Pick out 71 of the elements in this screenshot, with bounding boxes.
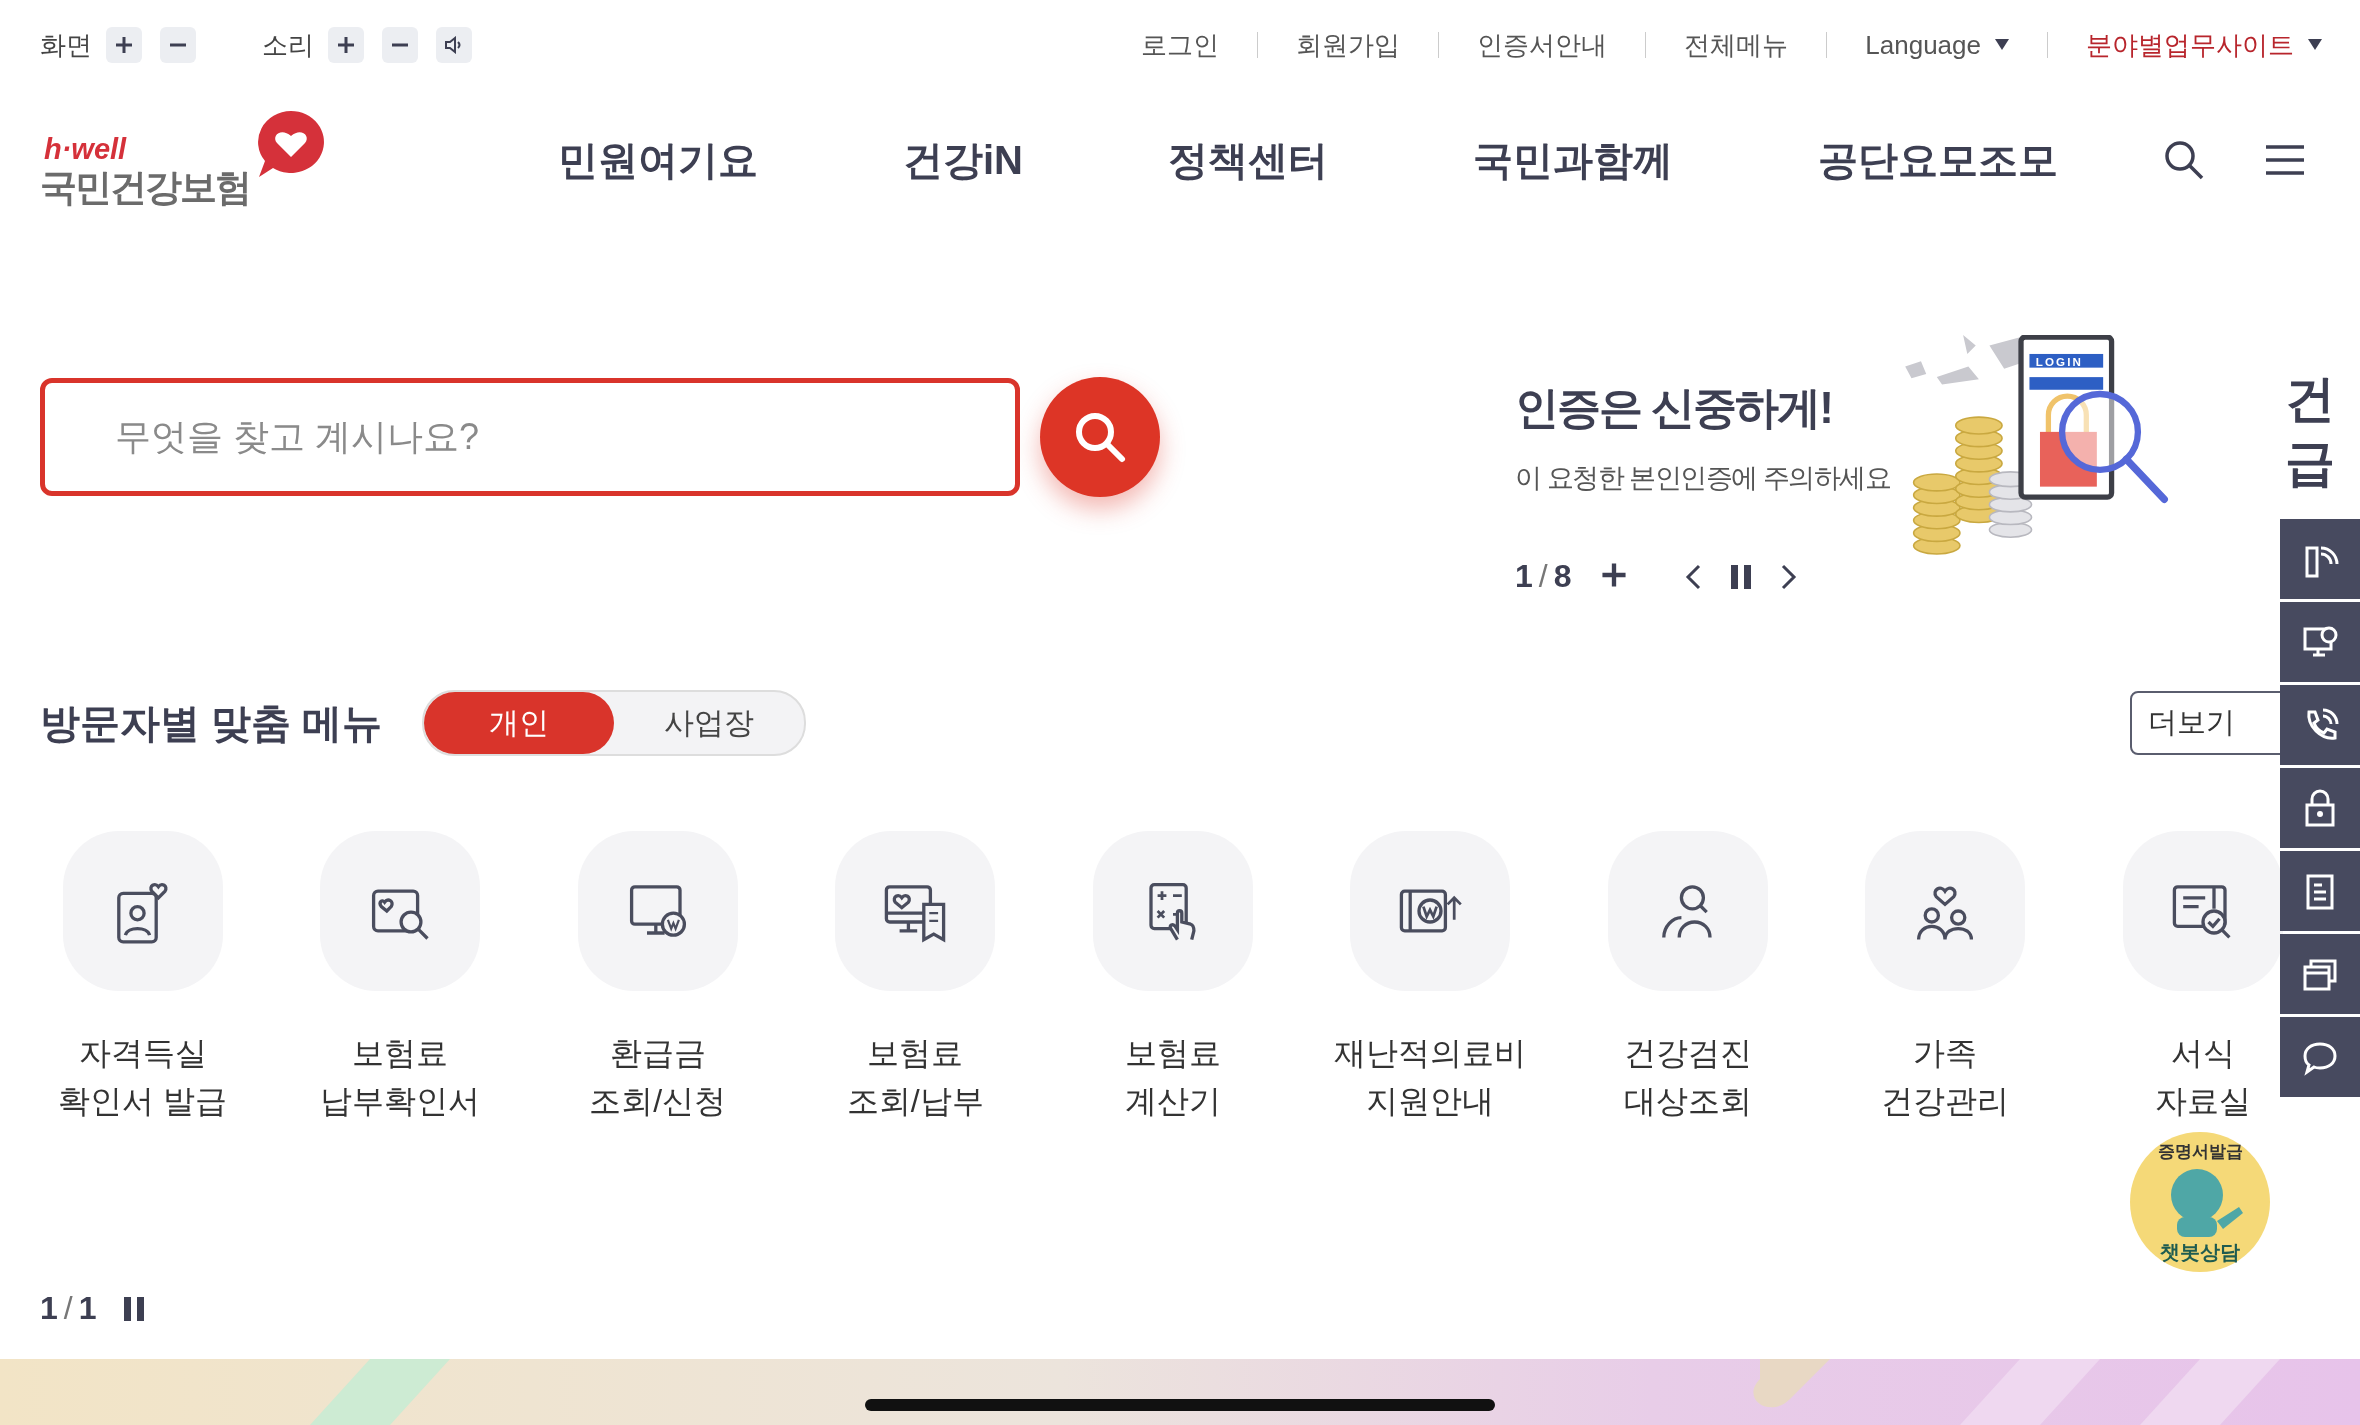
top-link[interactable]: 로그인 [1141, 27, 1220, 63]
chatbot-button[interactable]: 증명서발급 챗봇상담 [2130, 1132, 2270, 1272]
nav-item[interactable]: 건강iN [903, 132, 1023, 188]
menu-tile[interactable] [1092, 831, 1253, 991]
slide-counter: 1 / 8 [1515, 558, 1572, 595]
quick-menu-button[interactable] [2280, 685, 2360, 765]
caret-icon [2308, 39, 2322, 51]
menu-tile[interactable] [1865, 831, 2026, 991]
menu-tile[interactable] [1607, 831, 1768, 991]
menu-label[interactable]: 가족 건강관리 [1881, 1029, 2010, 1125]
menu-tile[interactable] [2122, 831, 2283, 991]
nav-item[interactable]: 공단요모조모 [1818, 132, 2058, 188]
menu-tile[interactable] [835, 831, 996, 991]
nav-item[interactable]: 정책센터 [1168, 132, 1328, 188]
banner-title: 인증은 신중하게! [1515, 382, 1833, 434]
logo-tagline: h·well [44, 133, 127, 166]
quick-menu-button[interactable] [2280, 519, 2360, 599]
menu-tile[interactable] [1350, 831, 1511, 991]
login-label: LOGIN [2035, 355, 2083, 368]
heart-bubble-icon [255, 109, 327, 179]
volume-up-button[interactable] [328, 27, 364, 63]
menu-label[interactable]: 보험료 계산기 [1124, 1029, 1221, 1125]
zoom-out-button[interactable] [160, 27, 196, 63]
dropdown-link[interactable]: 분야별업무사이트 [2086, 27, 2322, 63]
menu-label[interactable]: 서식 자료실 [2154, 1029, 2251, 1125]
next-slide-title: 급 [2285, 434, 2335, 493]
pause-icon[interactable] [124, 1296, 145, 1321]
menu-label[interactable]: 보험료 조회/납부 [846, 1029, 984, 1125]
quick-menu-button[interactable] [2280, 602, 2360, 682]
zoom-in-button[interactable] [106, 27, 142, 63]
section-title: 방문자별 맞춤 메뉴 [40, 699, 383, 747]
top-link[interactable]: 전체메뉴 [1684, 27, 1789, 63]
logo-text: 국민건강보험 [40, 166, 250, 210]
pause-icon[interactable] [1731, 564, 1752, 589]
screen-size-label: 화면 [40, 28, 92, 62]
plus-icon [1601, 561, 1628, 588]
minus-icon [170, 43, 186, 47]
search-icon [1073, 410, 1127, 464]
nav-item[interactable]: 민원여기요 [558, 132, 758, 188]
dropdown-link[interactable]: Language [1865, 29, 2009, 61]
menu-label[interactable]: 재난적의료비 지원안내 [1334, 1029, 1527, 1125]
quick-menu-button[interactable] [2280, 768, 2360, 848]
plus-icon [115, 36, 133, 54]
quick-menu-button[interactable] [2280, 934, 2360, 1014]
search-field[interactable]: 무엇을 찾고 계시나요? [40, 378, 1020, 496]
sound-label: 소리 [262, 28, 314, 62]
menu-tile[interactable] [320, 831, 481, 991]
menu-label[interactable]: 자격득실 확인서 발급 [58, 1029, 228, 1125]
menu-tile[interactable] [62, 831, 223, 991]
volume-down-button[interactable] [382, 27, 418, 63]
search-button[interactable] [1040, 377, 1160, 497]
minus-icon [392, 43, 408, 47]
plus-icon [337, 36, 355, 54]
banner-subtitle: 이 요청한 본인인증에 주의하세요 [1515, 462, 1890, 495]
caret-icon [1995, 39, 2009, 51]
menu-label[interactable]: 보험료 납부확인서 [320, 1029, 481, 1125]
visitor-tab[interactable]: 개인 [424, 692, 615, 754]
menu-label[interactable]: 환급금 조회/신청 [589, 1029, 727, 1125]
top-link[interactable]: 인증서안내 [1477, 27, 1608, 63]
quick-menu-button[interactable] [2280, 851, 2360, 931]
menu-icon[interactable] [2266, 145, 2304, 175]
menu-tile[interactable] [577, 831, 738, 991]
quick-menu-button[interactable] [2280, 1017, 2360, 1097]
nav-item[interactable]: 국민과함께 [1473, 132, 1673, 188]
menu-label[interactable]: 건강검진 대상조회 [1623, 1029, 1752, 1125]
search-icon[interactable] [2164, 140, 2204, 180]
next-slide-title: 건 [2285, 370, 2335, 429]
visitor-tab[interactable]: 사업장 [614, 692, 805, 754]
speaker-button[interactable] [436, 27, 472, 63]
page-counter: 1 / 1 [40, 1290, 97, 1327]
top-link[interactable]: 회원가입 [1296, 27, 1401, 63]
